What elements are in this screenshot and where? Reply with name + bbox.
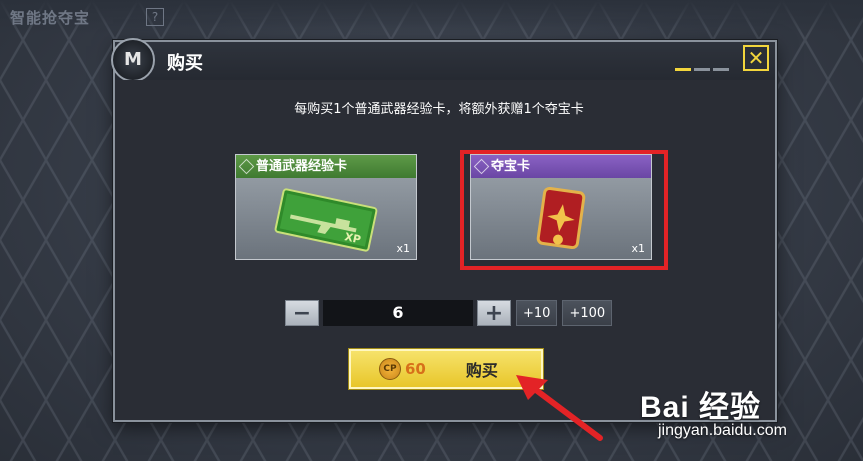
increment-button[interactable]: + — [477, 300, 511, 326]
background-top-bar — [0, 0, 863, 34]
dialog-body: 每购买1个普通武器经验卡，将额外获赠1个夺宝卡 普通武器经验卡 XP x1 夺宝… — [115, 80, 775, 420]
decrement-button[interactable]: − — [285, 300, 319, 326]
dialog-header: M 购买 ✕ — [111, 38, 775, 82]
watermark-brand: Bai 经验 — [640, 391, 762, 424]
watermark-url: jingyan.baidu.com — [658, 422, 787, 439]
page-dot — [694, 68, 710, 71]
highlight-box — [460, 150, 668, 270]
dialog-title: 购买 — [167, 53, 203, 74]
weapon-xp-card-icon: XP — [274, 188, 378, 252]
background-page-title: 智能抢夺宝 — [10, 9, 91, 27]
buy-button[interactable]: CP 60 购买 — [349, 349, 543, 389]
add-10-button[interactable]: +10 — [516, 300, 558, 326]
price-label: 60 — [405, 360, 426, 378]
close-button[interactable]: ✕ — [743, 45, 769, 71]
page-indicator — [675, 68, 729, 71]
page-dot — [713, 68, 729, 71]
buy-button-label: 购买 — [465, 361, 498, 380]
diamond-icon — [238, 158, 255, 175]
item-card-header: 普通武器经验卡 — [236, 155, 416, 178]
cp-coin-icon: CP — [379, 358, 401, 380]
promo-text: 每购买1个普通武器经验卡，将额外获赠1个夺宝卡 — [294, 102, 584, 117]
quantity-input[interactable]: 6 — [323, 300, 473, 326]
add-100-button[interactable]: +100 — [562, 300, 613, 326]
purchase-dialog: M 购买 ✕ 每购买1个普通武器经验卡，将额外获赠1个夺宝卡 普通武器经验卡 X… — [111, 38, 777, 422]
page-dot-active — [675, 68, 691, 71]
item-card-qty: x1 — [396, 242, 410, 255]
item-card-weapon-xp[interactable]: 普通武器经验卡 XP x1 — [235, 154, 417, 260]
quantity-stepper: − 6 + +10 +100 — [285, 300, 613, 326]
help-icon[interactable]: ? — [146, 8, 164, 26]
watermark: Bai 经验 jingyan.baidu.com — [640, 382, 787, 439]
item-card-name: 普通武器经验卡 — [256, 159, 348, 174]
game-logo-icon: M — [111, 38, 155, 82]
